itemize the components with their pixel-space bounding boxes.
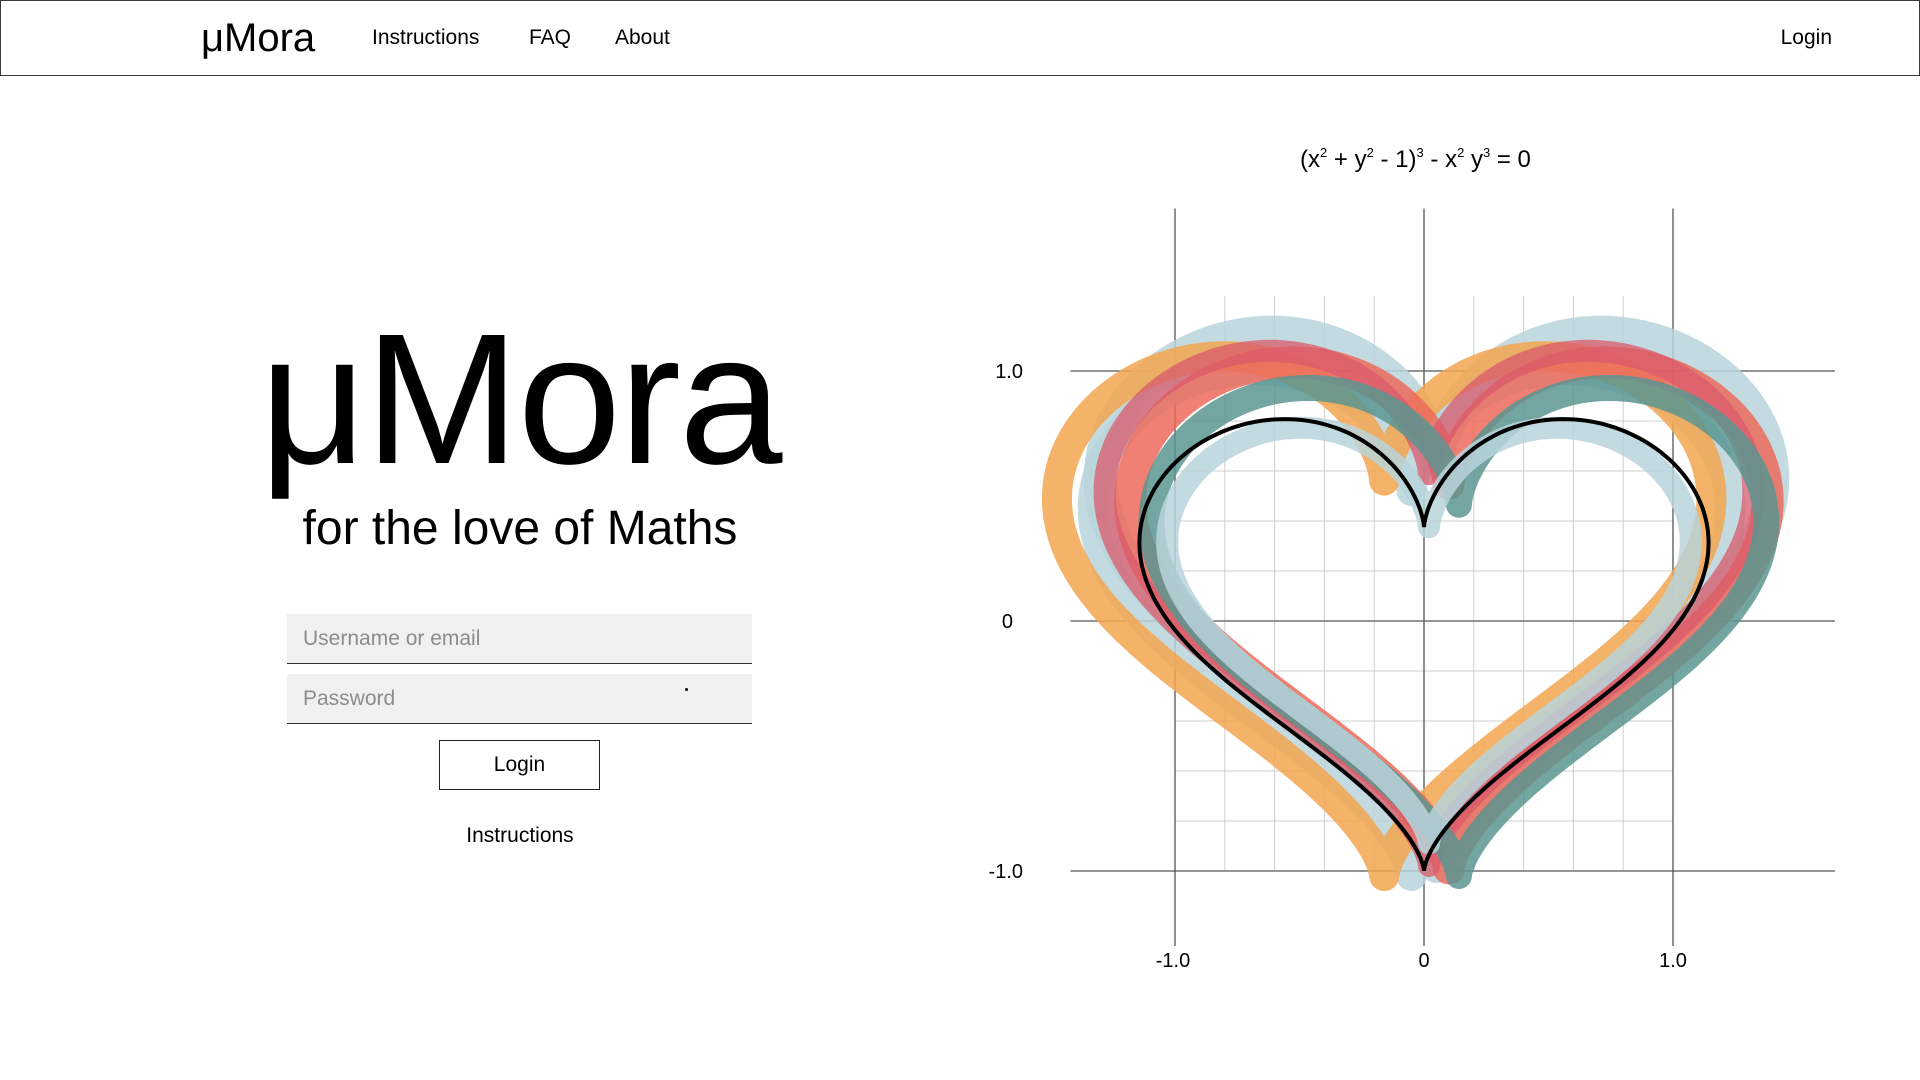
chart-grid [1174,296,1674,872]
equation-part: - x [1423,146,1458,173]
equation-part: y [1464,146,1483,173]
y-tick-label: -1.0 [989,861,1023,883]
equation-part: - 1) [1373,146,1417,173]
nav-link-faq[interactable]: FAQ [529,25,571,51]
heart-curve-line [1137,417,1711,871]
equation-part: = 0 [1490,146,1531,173]
x-tick-label: -1.0 [1156,950,1190,972]
decorative-band [1093,339,1765,877]
equation-part: + y [1327,146,1367,173]
x-tick-label: 1.0 [1659,950,1687,972]
password-input[interactable] [287,674,752,724]
instructions-link[interactable]: Instructions [0,823,1040,849]
nav-link-instructions[interactable]: Instructions [372,25,479,51]
decorative-band [1114,346,1784,885]
top-navbar: μMora Instructions FAQ About Login [0,0,1920,76]
tick-labels: -1.0 0 1.0 1.0 0 -1.0 [989,361,1687,972]
login-button[interactable]: Login [439,740,600,790]
decorative-color-bands [1041,315,1790,891]
username-input[interactable] [287,614,752,664]
decorative-band [1138,374,1780,889]
equation-part: (x [1300,146,1320,173]
nav-link-about[interactable]: About [615,25,670,51]
equation-exponent: 3 [1416,145,1424,160]
equation-exponent: 2 [1366,145,1374,160]
decorative-band [1077,354,1746,891]
mouse-cursor-dot [685,688,688,691]
equation-title: (x2 + y2 - 1)3 - x2 y3 = 0 [1300,138,1531,175]
brand-logo[interactable]: μMora [201,13,315,63]
nav-login-link[interactable]: Login [1781,25,1832,51]
decorative-band [1041,341,1727,891]
x-tick-label: 0 [1418,950,1429,972]
y-tick-label: 0 [1002,611,1013,633]
hero-subtitle: for the love of Maths [302,502,738,555]
decorative-band [1156,416,1702,855]
hero-title: μMora [259,296,783,503]
chart-axes [1070,208,1835,946]
decorative-band [1083,315,1790,883]
